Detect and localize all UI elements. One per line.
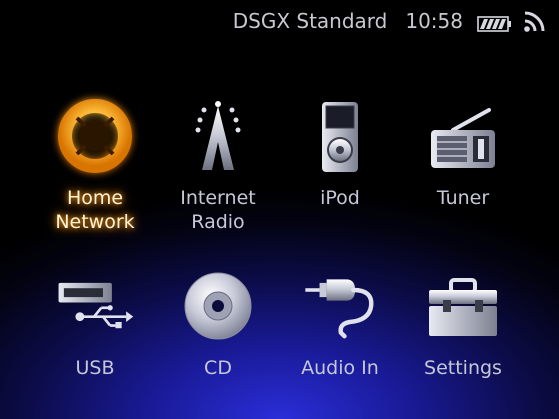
menu-item-label: CD [204, 356, 232, 380]
source-label: DSGX Standard [232, 9, 388, 33]
cd-disc-icon [178, 262, 258, 350]
menu-item-label: iPod [320, 186, 360, 210]
menu-item-tuner[interactable]: Tuner [398, 92, 528, 210]
label-line: Audio In [301, 357, 379, 379]
menu-item-label: Settings [424, 356, 502, 380]
label-line: Tuner [436, 187, 490, 209]
menu-item-home-network[interactable]: Home Network [30, 92, 160, 234]
label-line: Home [66, 187, 124, 209]
menu-item-label: Tuner [437, 186, 489, 210]
menu-item-ipod[interactable]: iPod [275, 92, 405, 210]
menu-item-label: Home Network [55, 186, 134, 234]
antenna-tower-icon [178, 92, 258, 180]
menu-item-settings[interactable]: Settings [398, 262, 528, 380]
menu-item-audio-in[interactable]: Audio In [275, 262, 405, 380]
label-line: Radio [191, 211, 245, 233]
ipod-icon [300, 92, 380, 180]
label-line: Internet [180, 187, 256, 209]
battery-full-icon [477, 13, 513, 32]
usb-icon [55, 262, 135, 350]
label-line: CD [204, 357, 232, 379]
audio-plug-icon [300, 262, 380, 350]
label-line: Network [55, 211, 135, 233]
label-line: iPod [320, 187, 360, 209]
menu-item-label: USB [75, 356, 114, 380]
radio-tuner-icon [423, 92, 503, 180]
clock: 10:58 [405, 9, 463, 33]
menu-item-internet-radio[interactable]: Internet Radio [153, 92, 283, 234]
menu-item-usb[interactable]: USB [30, 262, 160, 380]
menu-item-label: Audio In [301, 356, 379, 380]
wireless-signal-icon [523, 9, 547, 33]
home-network-icon [55, 92, 135, 180]
status-bar: DSGX Standard 10:58 [233, 0, 559, 42]
toolbox-icon [423, 262, 503, 350]
label-line: Settings [424, 357, 502, 379]
menu-item-cd[interactable]: CD [153, 262, 283, 380]
label-line: USB [75, 357, 115, 379]
menu-item-label: Internet Radio [180, 186, 255, 234]
